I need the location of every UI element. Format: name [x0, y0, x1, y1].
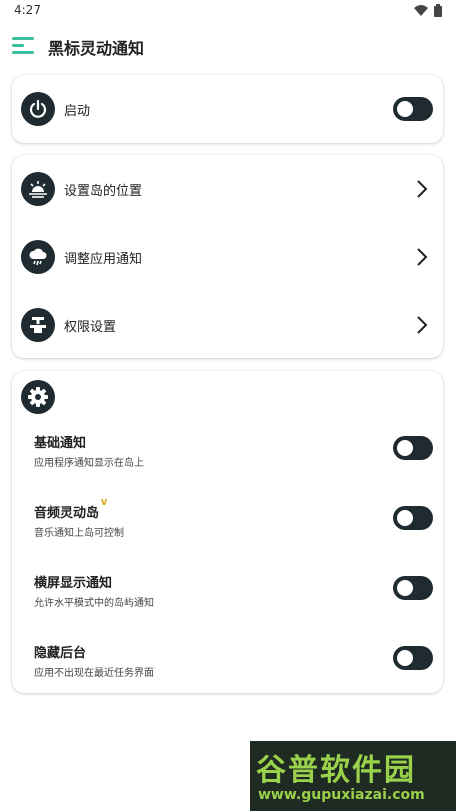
wifi-icon [414, 5, 428, 16]
sunrise-icon [21, 172, 55, 206]
nav-item-permission-settings[interactable]: 权限设置 [12, 291, 443, 359]
nav-item-label: 调整应用通知 [64, 252, 143, 267]
vip-badge: V [101, 498, 108, 507]
setting-basic-notification: 基础通知 应用程序通知显示在岛上 [12, 423, 443, 493]
setting-subtitle: 允许水平模式中的岛屿通知 [34, 598, 154, 609]
power-row: 启动 [12, 75, 443, 143]
setting-subtitle: 应用程序通知显示在岛上 [34, 458, 144, 469]
nav-card: 设置岛的位置 调整应用通知 权限设置 [12, 155, 443, 358]
nav-item-label: 设置岛的位置 [64, 184, 143, 199]
toggle-knob [397, 580, 413, 596]
setting-audio-island: 音频灵动岛 V 音乐通知上岛可控制 [12, 493, 443, 563]
power-icon [21, 92, 55, 126]
setting-landscape-notification: 横屏显示通知 允许水平模式中的岛屿通知 [12, 563, 443, 633]
setting-title: 基础通知 [34, 436, 87, 451]
audio-island-toggle[interactable] [393, 506, 433, 530]
nav-item-island-position[interactable]: 设置岛的位置 [12, 155, 443, 223]
hide-background-toggle[interactable] [393, 646, 433, 670]
chevron-right-icon[interactable] [415, 247, 429, 267]
watermark-name: 谷普软件园 [256, 753, 416, 788]
status-time: 4:27 [14, 3, 41, 17]
power-toggle[interactable] [393, 97, 433, 121]
setting-title: 横屏显示通知 [34, 576, 113, 591]
setting-title: 隐藏后台 [34, 646, 87, 661]
toggle-knob [397, 650, 413, 666]
cloud-rain-icon [21, 240, 55, 274]
basic-notification-toggle[interactable] [393, 436, 433, 460]
valve-icon [21, 308, 55, 342]
watermark-url: www.gupuxiazai.com [258, 787, 425, 803]
nav-item-adjust-notifications[interactable]: 调整应用通知 [12, 223, 443, 291]
status-bar: 4:27 [0, 0, 456, 22]
toggle-knob [397, 101, 413, 117]
app-bar: 黑标灵动通知 [0, 26, 456, 66]
watermark-logo: 谷普软件园 www.gupuxiazai.com [250, 741, 456, 811]
menu-icon[interactable] [12, 35, 36, 57]
gear-icon [21, 380, 55, 414]
power-label: 启动 [64, 104, 91, 119]
status-icons [414, 4, 442, 17]
toggle-knob [397, 440, 413, 456]
setting-title: 音频灵动岛 [34, 506, 100, 521]
power-card: 启动 [12, 75, 443, 143]
chevron-right-icon[interactable] [415, 315, 429, 335]
toggle-knob [397, 510, 413, 526]
nav-item-label: 权限设置 [64, 320, 117, 335]
chevron-right-icon[interactable] [415, 179, 429, 199]
app-title: 黑标灵动通知 [48, 39, 145, 58]
setting-subtitle: 音乐通知上岛可控制 [34, 528, 124, 539]
landscape-notification-toggle[interactable] [393, 576, 433, 600]
setting-subtitle: 应用不出现在最近任务界面 [34, 668, 154, 679]
settings-card: 基础通知 应用程序通知显示在岛上 音频灵动岛 V 音乐通知上岛可控制 横屏显示通… [12, 371, 443, 693]
setting-hide-background: 隐藏后台 应用不出现在最近任务界面 [12, 633, 443, 693]
battery-icon [434, 4, 442, 17]
